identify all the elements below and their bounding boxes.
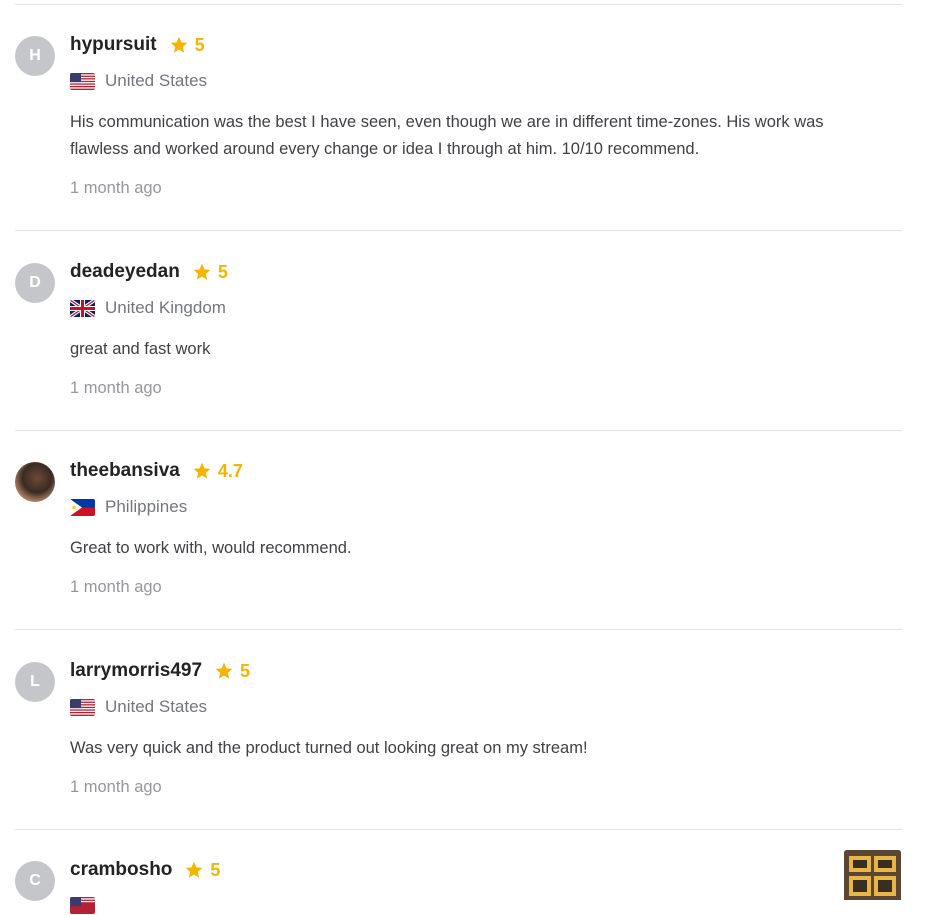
work-sample-thumbnail[interactable] — [844, 850, 901, 900]
star-icon — [193, 462, 211, 479]
reviewer-country: Philippines — [70, 496, 187, 518]
review-text: great and fast work — [70, 340, 211, 358]
rating-value: 5 — [240, 660, 251, 681]
star-icon — [215, 662, 233, 679]
avatar[interactable]: L — [15, 662, 55, 702]
country-name: United States — [105, 71, 208, 90]
review-time: 1 month ago — [70, 778, 162, 796]
reviewer-username[interactable]: theebansiva — [70, 460, 180, 482]
reviewer-country: United States — [70, 70, 207, 92]
rating-value: 5 — [194, 34, 205, 55]
review-header: theebansiva 4.7 — [70, 459, 243, 483]
star-icon — [193, 263, 211, 280]
review-text: Was very quick and the product turned ou… — [70, 739, 588, 757]
country-name: United States — [105, 697, 208, 716]
uk-flag-icon — [70, 299, 95, 317]
avatar[interactable]: C — [15, 861, 55, 901]
review-header: crambosho 5 — [70, 858, 220, 882]
avatar[interactable]: H — [15, 36, 55, 76]
star-icon — [186, 861, 203, 878]
us-flag-icon — [70, 896, 95, 914]
review-header: larrymorris497 5 — [70, 659, 250, 683]
us-flag-icon — [70, 698, 95, 716]
reviewer-username[interactable]: hypursuit — [70, 34, 157, 56]
ph-flag-icon — [70, 498, 95, 516]
rating-value: 5 — [210, 859, 221, 880]
review-text: Great to work with, would recommend. — [70, 539, 352, 557]
star-icon — [170, 36, 187, 53]
review-header: hypursuit 5 — [70, 33, 205, 57]
reviewer-country: United Kingdom — [70, 297, 226, 319]
rating-value: 5 — [217, 261, 228, 282]
divider — [15, 230, 902, 231]
reviewer-username[interactable]: larrymorris497 — [70, 660, 202, 682]
reviewer-username[interactable]: crambosho — [70, 859, 172, 881]
rating-value: 4.7 — [217, 460, 243, 481]
review-text: His communication was the best I have se… — [70, 113, 824, 158]
divider — [15, 629, 902, 630]
reviewer-country: United States — [70, 696, 207, 718]
avatar[interactable] — [15, 462, 55, 502]
us-flag-icon — [70, 72, 95, 90]
thumbnail-image — [844, 850, 901, 900]
country-name: United Kingdom — [105, 298, 226, 317]
avatar[interactable]: D — [15, 263, 55, 303]
divider — [15, 829, 902, 830]
country-name: Philippines — [105, 497, 188, 516]
reviewer-country — [70, 894, 95, 916]
review-time: 1 month ago — [70, 379, 162, 397]
review-header: deadeyedan 5 — [70, 260, 228, 284]
reviewer-username[interactable]: deadeyedan — [70, 261, 180, 283]
divider — [15, 4, 902, 5]
review-time: 1 month ago — [70, 578, 162, 596]
review-time: 1 month ago — [70, 179, 162, 197]
divider — [15, 430, 902, 431]
